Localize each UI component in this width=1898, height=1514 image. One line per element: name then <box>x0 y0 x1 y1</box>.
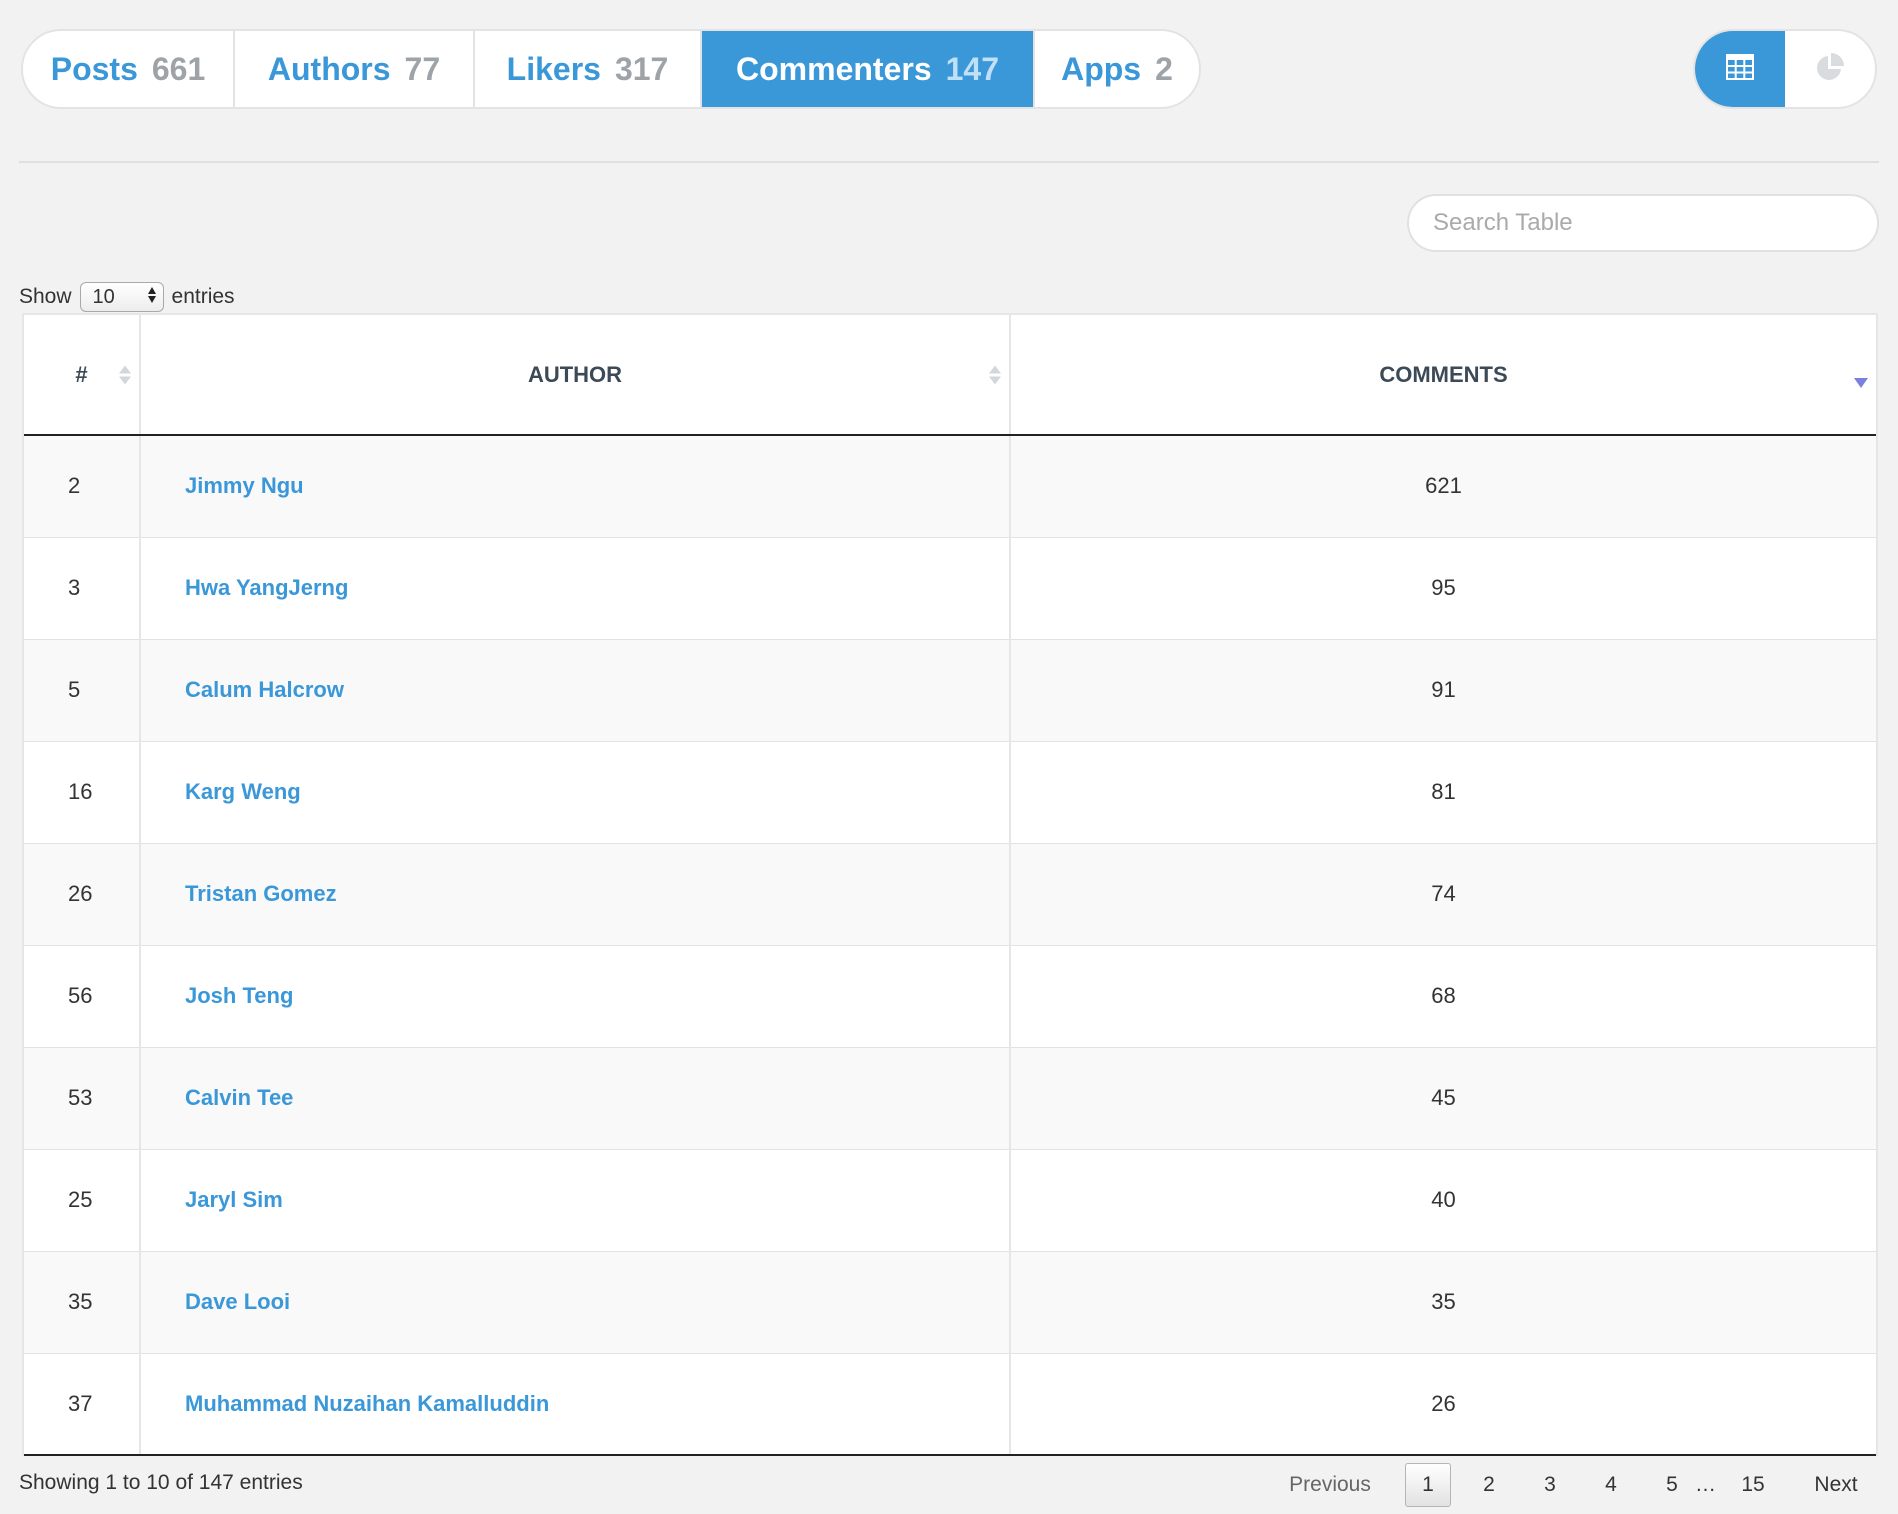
comments-cell: 81 <box>1010 741 1876 844</box>
sort-both-icon <box>119 365 131 384</box>
rank-cell: 2 <box>24 435 141 538</box>
tab-authors-label: Authors <box>267 50 391 87</box>
page-button-5[interactable]: 5 <box>1649 1463 1695 1507</box>
rank-cell: 16 <box>24 741 141 844</box>
table-row: 16 Karg Weng 81 <box>24 741 1876 844</box>
author-link[interactable]: Dave Looi <box>185 1289 290 1314</box>
author-link[interactable]: Jimmy Ngu <box>185 473 304 498</box>
table-row: 56 Josh Teng 68 <box>24 945 1876 1048</box>
table-header-row: # AUTHOR COMMENTS <box>24 315 1876 436</box>
author-link[interactable]: Hwa YangJerng <box>185 575 348 600</box>
author-link[interactable]: Tristan Gomez <box>185 881 337 906</box>
rank-cell: 5 <box>24 639 141 742</box>
column-header-rank-label: # <box>75 361 88 387</box>
table-row: 35 Dave Looi 35 <box>24 1251 1876 1354</box>
pie-chart-icon <box>1815 52 1845 87</box>
author-link[interactable]: Josh Teng <box>185 983 293 1008</box>
table-row: 26 Tristan Gomez 74 <box>24 843 1876 946</box>
rank-cell: 25 <box>24 1149 141 1252</box>
rank-cell: 26 <box>24 843 141 946</box>
column-header-comments-label: COMMENTS <box>1379 361 1508 387</box>
rank-cell: 37 <box>24 1353 141 1456</box>
rank-cell: 53 <box>24 1047 141 1150</box>
comments-cell: 40 <box>1010 1149 1876 1252</box>
author-link[interactable]: Jaryl Sim <box>185 1187 283 1212</box>
author-link[interactable]: Calum Halcrow <box>185 677 344 702</box>
page-button-1[interactable]: 1 <box>1405 1463 1451 1507</box>
table-row: 2 Jimmy Ngu 621 <box>24 435 1876 538</box>
column-header-author[interactable]: AUTHOR <box>140 315 1011 436</box>
author-link[interactable]: Calvin Tee <box>185 1085 293 1110</box>
tab-commenters[interactable]: Commenters 147 <box>702 31 1035 107</box>
column-header-rank[interactable]: # <box>24 315 141 436</box>
table-row: 25 Jaryl Sim 40 <box>24 1149 1876 1252</box>
rank-cell: 3 <box>24 537 141 640</box>
author-link[interactable]: Muhammad Nuzaihan Kamalluddin <box>185 1391 549 1416</box>
entries-per-page-select[interactable]: 10 <box>79 282 164 312</box>
sort-both-icon <box>989 365 1001 384</box>
tab-posts-count: 661 <box>151 50 206 87</box>
table-view-button[interactable] <box>1695 31 1785 107</box>
tab-apps-label: Apps <box>1061 50 1142 87</box>
next-page-button[interactable]: Next <box>1806 1473 1866 1497</box>
comments-cell: 621 <box>1010 435 1876 538</box>
tab-apps-count: 2 <box>1155 50 1173 87</box>
column-header-author-label: AUTHOR <box>527 361 623 387</box>
comments-cell: 26 <box>1010 1353 1876 1456</box>
sort-descending-icon <box>1854 378 1868 388</box>
tab-apps[interactable]: Apps 2 <box>1035 31 1199 107</box>
rank-cell: 56 <box>24 945 141 1048</box>
tab-posts-label: Posts <box>50 50 138 87</box>
rank-cell: 35 <box>24 1251 141 1354</box>
previous-page-button[interactable]: Previous <box>1270 1473 1390 1497</box>
comments-cell: 74 <box>1010 843 1876 946</box>
view-toggle <box>1693 29 1877 109</box>
table-grid-icon <box>1726 53 1754 85</box>
tab-likers-label: Likers <box>506 50 601 87</box>
page-button-last[interactable]: 15 <box>1730 1463 1776 1507</box>
table-row: 5 Calum Halcrow 91 <box>24 639 1876 742</box>
length-prefix-label: Show <box>19 285 72 308</box>
table-row: 3 Hwa YangJerng 95 <box>24 537 1876 640</box>
tab-commenters-label: Commenters <box>736 50 932 87</box>
header-divider <box>19 161 1879 163</box>
comments-cell: 35 <box>1010 1251 1876 1354</box>
tab-authors[interactable]: Authors 77 <box>235 31 475 107</box>
tab-likers[interactable]: Likers 317 <box>475 31 702 107</box>
tab-likers-count: 317 <box>614 50 669 87</box>
commenters-table: # AUTHOR COMMENTS 2 Jimmy Ngu 621 3 Hwa … <box>22 313 1878 1456</box>
stats-tabs: Posts 661 Authors 77 Likers 317 Commente… <box>21 29 1201 109</box>
page-ellipsis: … <box>1695 1473 1716 1496</box>
tab-posts[interactable]: Posts 661 <box>23 31 235 107</box>
select-arrows-icon <box>147 287 156 303</box>
column-header-comments[interactable]: COMMENTS <box>1010 315 1876 436</box>
table-row: 37 Muhammad Nuzaihan Kamalluddin 26 <box>24 1353 1876 1456</box>
comments-cell: 45 <box>1010 1047 1876 1150</box>
tab-authors-count: 77 <box>404 50 441 87</box>
page-button-3[interactable]: 3 <box>1527 1463 1573 1507</box>
pagination: Previous 1 2 3 4 5 … 15 Next <box>1270 1462 1878 1508</box>
table-info: Showing 1 to 10 of 147 entries <box>19 1471 303 1494</box>
comments-cell: 91 <box>1010 639 1876 742</box>
length-suffix-label: entries <box>171 285 235 308</box>
comments-cell: 95 <box>1010 537 1876 640</box>
length-control: Show 10 entries <box>19 281 235 313</box>
author-link[interactable]: Karg Weng <box>185 779 301 804</box>
chart-view-button[interactable] <box>1785 31 1875 107</box>
page-button-4[interactable]: 4 <box>1588 1463 1634 1507</box>
tab-commenters-count: 147 <box>945 50 999 87</box>
table-row: 53 Calvin Tee 45 <box>24 1047 1876 1150</box>
search-input[interactable] <box>1407 194 1879 252</box>
comments-cell: 68 <box>1010 945 1876 1048</box>
entries-per-page-value: 10 <box>92 285 115 308</box>
page-button-2[interactable]: 2 <box>1466 1463 1512 1507</box>
